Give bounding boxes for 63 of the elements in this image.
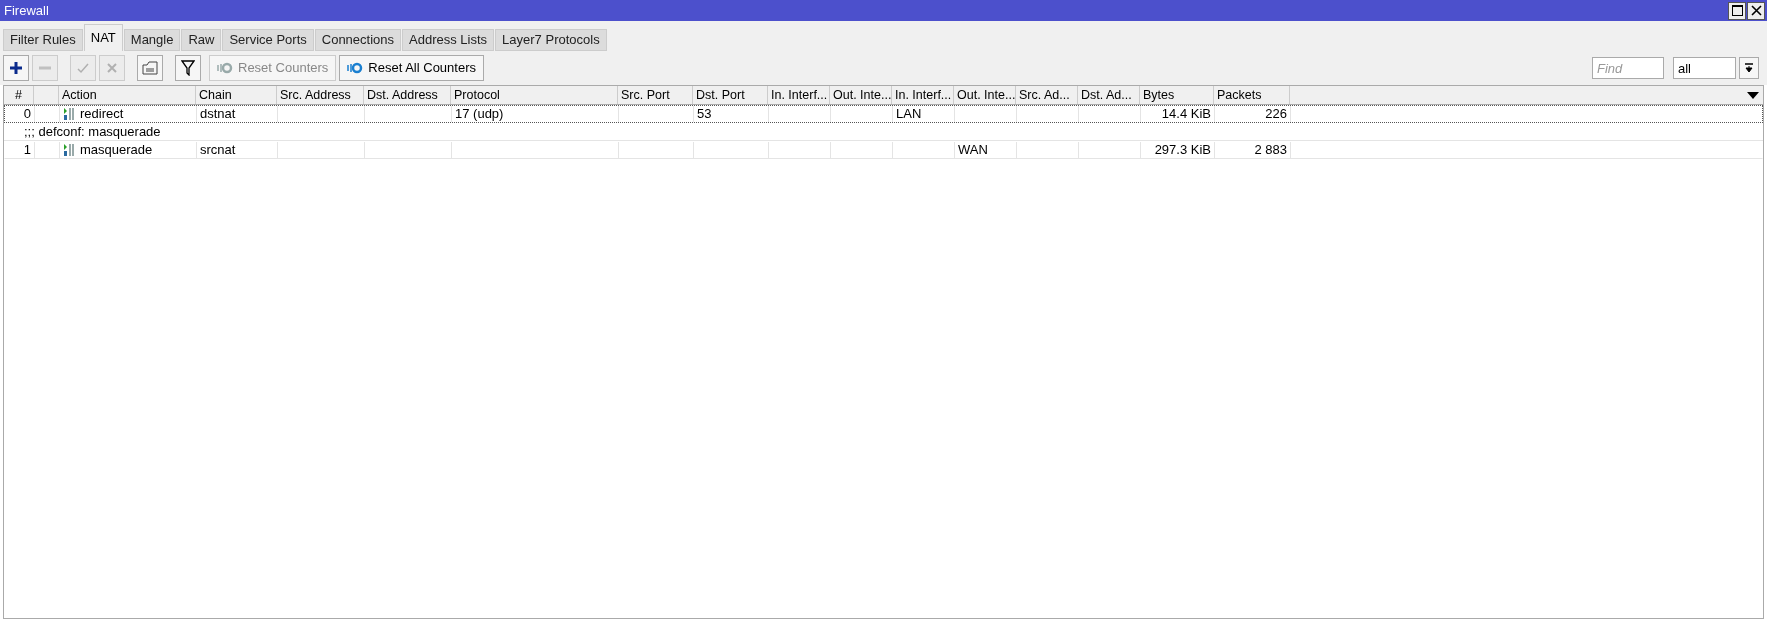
table-cell-text: 53 — [697, 105, 712, 124]
column-header[interactable]: Out. Inte... — [830, 86, 892, 104]
column-header[interactable]: In. Interf... — [768, 86, 830, 104]
column-header[interactable]: Dst. Ad... — [1078, 86, 1140, 104]
column-header[interactable]: Chain — [196, 86, 277, 104]
table-cell-text: dstnat — [200, 105, 236, 124]
table-cell-text: redirect — [80, 105, 124, 124]
plus-icon — [9, 61, 23, 75]
table-row[interactable]: 1 masquerade srcnat WAN 297.3 KiB 2 883 — [4, 141, 1763, 159]
reset-icon — [347, 62, 364, 74]
column-header[interactable]: Src. Port — [618, 86, 693, 104]
column-header[interactable]: Bytes — [1140, 86, 1214, 104]
table-cell-text: 17 (udp) — [455, 105, 504, 124]
dropdown-button[interactable] — [1739, 57, 1759, 79]
arrow-down-icon — [1744, 63, 1754, 73]
checkmark-icon — [76, 61, 90, 75]
table-cell-text: srcnat — [200, 141, 236, 160]
tab[interactable]: Connections — [314, 29, 402, 51]
filter-icon — [181, 60, 195, 76]
column-header[interactable]: Dst. Address — [364, 86, 451, 104]
table-cell-text: 2 883 — [1254, 141, 1287, 160]
tab[interactable]: Raw — [181, 29, 222, 51]
reset-icon — [217, 62, 233, 74]
column-header[interactable]: # — [4, 86, 34, 104]
table-cell-text: LAN — [896, 105, 922, 124]
tab[interactable]: Layer7 Protocols — [495, 29, 607, 51]
find-field[interactable]: Find — [1592, 57, 1664, 79]
maximize-button[interactable] — [1728, 1, 1746, 20]
column-header[interactable]: Packets — [1214, 86, 1290, 104]
table-cell-text: 14.4 KiB — [1161, 105, 1211, 124]
column-header[interactable]: Dst. Port — [693, 86, 768, 104]
tab[interactable]: NAT — [83, 24, 123, 51]
table-cell-text: 0 — [23, 105, 31, 124]
tab[interactable]: Mangle — [123, 29, 181, 51]
action-icon — [63, 143, 75, 157]
window-title: Firewall — [4, 1, 49, 20]
add-button[interactable] — [3, 55, 29, 81]
minus-icon — [38, 66, 52, 70]
table-row[interactable]: 0 redirect dstnat 17 (udp) 53 LAN 14.4 KiB 226 — [4, 105, 1763, 123]
tab[interactable]: Service Ports — [222, 29, 314, 51]
close-button[interactable] — [1747, 1, 1765, 20]
action-icon — [63, 107, 75, 121]
scope-field[interactable]: all — [1673, 57, 1736, 79]
tab[interactable]: Address Lists — [402, 29, 495, 51]
table-cell-text: WAN — [958, 141, 988, 160]
filter-button[interactable] — [175, 55, 201, 81]
cross-icon — [105, 61, 119, 75]
tab[interactable]: Filter Rules — [3, 29, 83, 51]
close-icon — [1750, 5, 1762, 16]
column-header[interactable]: Src. Ad... — [1016, 86, 1078, 104]
table-cell-text: 297.3 KiB — [1154, 141, 1211, 160]
table-cell-text: 226 — [1265, 105, 1287, 124]
column-header[interactable]: Src. Address — [277, 86, 364, 104]
column-header[interactable]: Out. Inte... — [954, 86, 1016, 104]
table-cell-text: masquerade — [80, 141, 153, 160]
column-header[interactable]: In. Interf... — [892, 86, 954, 104]
column-header[interactable]: Protocol — [451, 86, 618, 104]
table-cell-text: 1 — [23, 141, 31, 160]
note-icon — [142, 61, 158, 75]
reset-counters-button[interactable]: Reset All Counters — [339, 55, 484, 81]
rule-comment: ;;; defconf: masquerade — [24, 122, 161, 141]
column-header[interactable]: Action — [59, 86, 196, 104]
caret-icon — [1747, 91, 1759, 99]
